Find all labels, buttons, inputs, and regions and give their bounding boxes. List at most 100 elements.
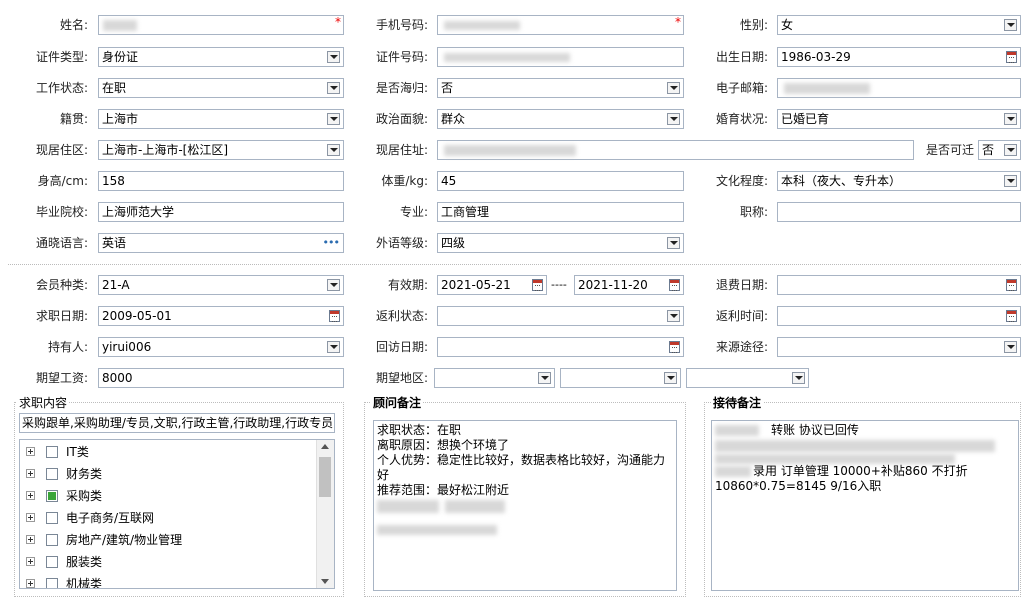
refund-date-field[interactable] [777,275,1021,295]
expand-icon[interactable] [26,557,35,566]
chevron-down-icon[interactable] [664,372,677,384]
idno-field[interactable] [437,47,684,67]
mobile-field[interactable]: * [437,15,684,35]
area-province-select[interactable] [434,368,555,388]
category-checkbox[interactable] [46,534,58,546]
member-type-select[interactable]: 21-A [98,275,344,295]
expand-icon[interactable] [26,491,35,500]
chevron-down-icon[interactable] [1004,175,1017,187]
address-label: 现居住址: [375,143,428,157]
school-value: 上海师范大学 [102,205,175,219]
chevron-down-icon[interactable] [327,82,340,94]
address-field[interactable] [437,140,914,160]
scroll-up-arrow[interactable] [321,444,329,449]
political-select[interactable]: 群众 [437,109,684,129]
chevron-down-icon[interactable] [667,82,680,94]
jobdate-field[interactable]: 2009-05-01 [98,306,344,326]
source-select[interactable] [777,337,1021,357]
major-field[interactable]: 工商管理 [437,202,684,222]
chevron-down-icon[interactable] [327,144,340,156]
category-checkbox[interactable] [46,468,58,480]
required-marker: * [335,15,341,29]
rebate-time-field[interactable] [777,306,1021,326]
chevron-down-icon[interactable] [538,372,551,384]
category-checkbox[interactable] [46,446,58,458]
calendar-icon[interactable] [669,279,680,291]
marital-select[interactable]: 已婚已育 [777,109,1021,129]
expand-icon[interactable] [26,469,35,478]
calendar-icon[interactable] [1006,51,1017,63]
job-summary-field[interactable]: 采购跟单,采购助理/专员,文职,行政主管,行政助理,行政专员 [19,413,335,433]
calendar-icon[interactable] [532,279,543,291]
area-city-select[interactable] [560,368,681,388]
residence-select[interactable]: 上海市-上海市-[松江区] [98,140,344,160]
chevron-down-icon[interactable] [1004,113,1017,125]
education-select[interactable]: 本科（夜大、专升本） [777,171,1021,191]
birth-value: 1986-03-29 [781,50,851,64]
scrollbar[interactable] [316,440,334,588]
chevron-down-icon[interactable] [1004,19,1017,31]
category-label: 房地产/建筑/物业管理 [66,533,183,547]
marital-label: 婚育状况: [715,112,768,126]
rebate-status-select[interactable] [437,306,684,326]
title-field[interactable] [777,202,1021,222]
chevron-down-icon[interactable] [667,237,680,249]
native-select[interactable]: 上海市 [98,109,344,129]
holder-select[interactable]: yirui006 [98,337,344,357]
expand-icon[interactable] [26,513,35,522]
salary-field[interactable]: 8000 [98,368,344,388]
relocate-select[interactable]: 否 [978,140,1021,160]
langlevel-select[interactable]: 四级 [437,233,684,253]
category-checkbox[interactable] [46,490,58,502]
school-label: 毕业院校: [35,205,88,219]
idtype-label: 证件类型: [35,50,88,64]
idtype-select[interactable]: 身份证 [98,47,344,67]
chevron-down-icon[interactable] [327,51,340,63]
calendar-icon[interactable] [669,341,680,353]
address-redacted [444,145,576,156]
chevron-down-icon[interactable] [1004,341,1017,353]
visit-date-field[interactable] [437,337,684,357]
school-field[interactable]: 上海师范大学 [98,202,344,222]
calendar-icon[interactable] [329,310,340,322]
height-field[interactable]: 158 [98,171,344,191]
weight-field[interactable]: 45 [437,171,684,191]
calendar-icon[interactable] [1006,279,1017,291]
redacted-text [715,425,759,436]
expand-icon[interactable] [26,535,35,544]
returnee-select[interactable]: 否 [437,78,684,98]
chevron-down-icon[interactable] [327,113,340,125]
category-checkbox[interactable] [46,512,58,524]
scroll-down-arrow[interactable] [321,579,329,584]
category-checkbox[interactable] [46,556,58,568]
gender-select[interactable]: 女 [777,15,1021,35]
workstatus-select[interactable]: 在职 [98,78,344,98]
expand-icon[interactable] [26,579,35,588]
reception-notes-textarea[interactable]: 转账 协议已回传 录用 订单管理 10000+补贴860 不打折 10860*0… [711,420,1019,591]
calendar-icon[interactable] [1006,310,1017,322]
chevron-down-icon[interactable] [667,310,680,322]
advisor-note-line: 求职状态：在职 [377,423,462,437]
chevron-down-icon[interactable] [792,372,805,384]
valid-to-field[interactable]: 2021-11-20 [574,275,684,295]
birth-date-field[interactable]: 1986-03-29 [777,47,1021,67]
email-field[interactable] [777,78,1021,98]
category-checkbox[interactable] [46,578,58,588]
required-marker: * [675,15,681,29]
chevron-down-icon[interactable] [1004,144,1017,156]
language-field[interactable]: 英语 ••• [98,233,344,253]
more-icon[interactable]: ••• [323,234,340,252]
redacted-text [715,440,995,452]
member-type-label: 会员种类: [35,278,88,292]
scrollbar-thumb[interactable] [319,457,331,497]
advisor-notes-textarea[interactable]: 求职状态：在职 离职原因：想换个环境了 个人优势：稳定性比较好，数据表格比较好，… [373,420,677,591]
valid-from-field[interactable]: 2021-05-21 [437,275,547,295]
redacted-text [444,500,505,513]
native-label: 籍贯: [59,112,88,126]
chevron-down-icon[interactable] [327,341,340,353]
area-district-select[interactable] [686,368,809,388]
chevron-down-icon[interactable] [327,279,340,291]
expand-icon[interactable] [26,447,35,456]
chevron-down-icon[interactable] [667,113,680,125]
name-field[interactable]: * [98,15,344,35]
